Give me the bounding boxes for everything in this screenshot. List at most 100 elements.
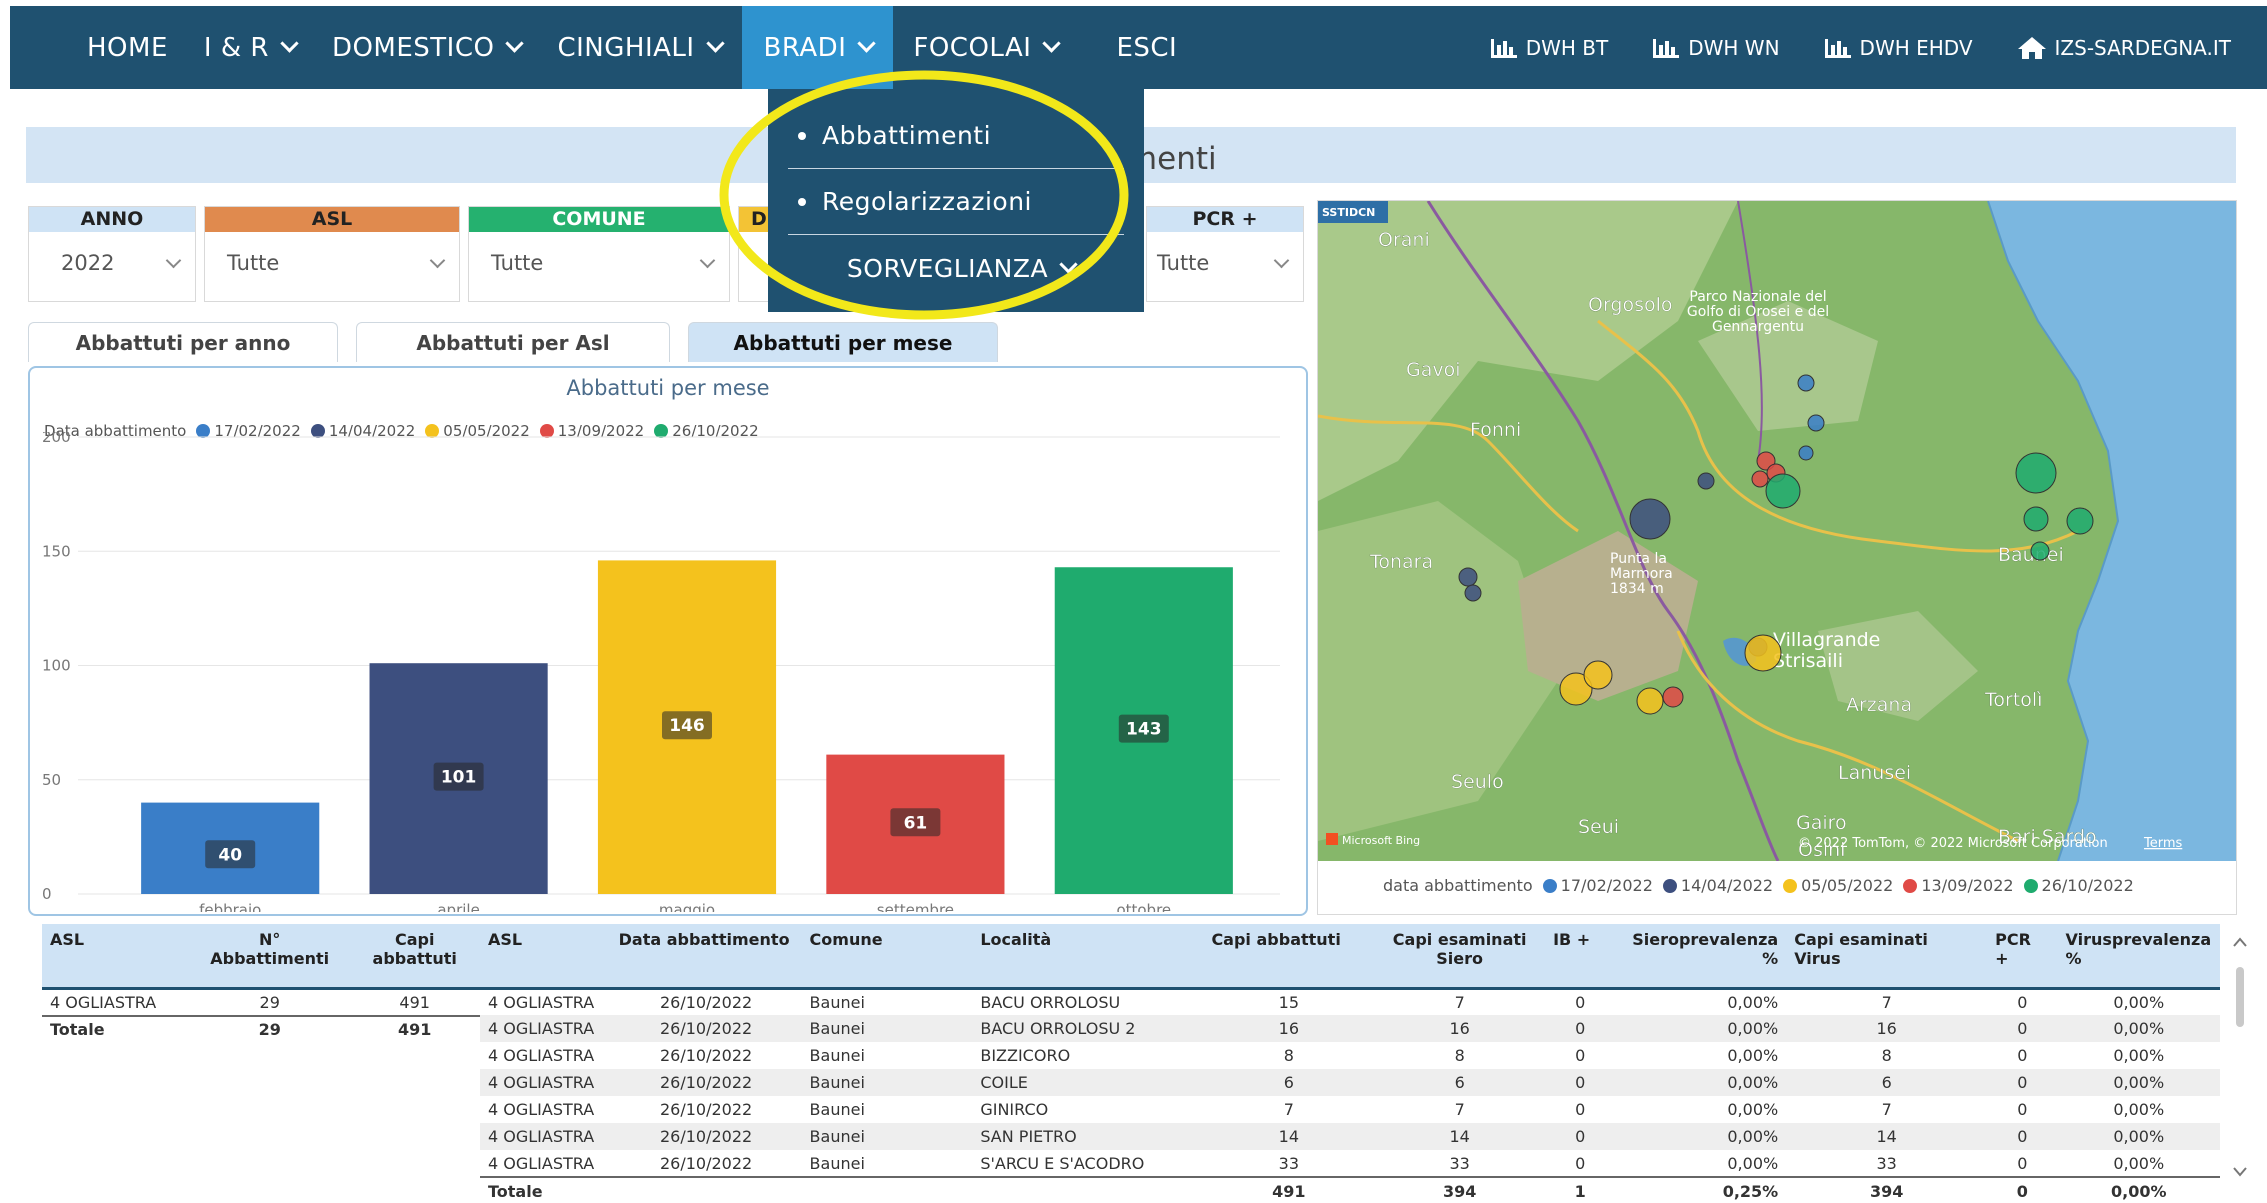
table-cell: Baunei [801,1123,973,1150]
table-row[interactable]: 4 OGLIASTRA 26/10/2022 Baunei GINIRCO 7 7 0 0,0… [480,1096,2220,1123]
slicer-asl[interactable]: ASL Tutte [204,206,460,302]
map-bubble-26/10/2022[interactable] [1765,473,1801,509]
map-place-label: Gavoi [1406,359,1461,381]
table-cell: 0 [1575,1100,1586,1119]
map-bubble-14/04/2022[interactable] [1458,567,1478,587]
map-bubble-05/05/2022[interactable] [1636,687,1664,715]
nav-item-esci[interactable]: ESCI [1090,6,1197,89]
menu-item-regolarizzazioni[interactable]: Regolarizzazioni [788,169,1124,235]
nav-item-ir[interactable]: I & R [194,6,322,89]
tab-abbattuti-per-anno[interactable]: Abbattuti per anno [28,322,338,362]
nav-item-home[interactable]: HOME [65,6,194,89]
map-place-label: Tonara [1369,551,1433,573]
column-header[interactable]: Capi esaminati Virus [1786,924,1988,990]
column-header[interactable]: IB + [1545,924,1616,990]
slicer-select[interactable]: Tutte [205,244,459,282]
nav-item-cinghiali[interactable]: CINGHIALI [547,6,741,89]
column-header[interactable]: Data abbattimento [610,924,802,990]
table-total-row: Totale 29 491 [42,1014,482,1043]
table-cell: 0 [2017,1046,2028,1065]
nav-link-dwh-bt[interactable]: DWH BT [1490,35,1609,60]
map-bubble-26/10/2022[interactable] [2023,506,2049,532]
column-header[interactable]: Comune [801,924,973,990]
menu-item-label: Regolarizzazioni [822,187,1033,216]
column-header[interactable]: PCR + [1987,924,2058,990]
nav-label: FOCOLAI [913,32,1032,63]
map-place-label: Villagrande [1773,629,1880,651]
nav-link-label: DWH BT [1525,35,1609,60]
scroll-up-icon[interactable] [2233,937,2247,947]
slicer-select[interactable]: Tutte [469,244,729,282]
map-attribution: © 2022 TomTom, © 2022 Microsoft Corporat… [1798,836,2108,851]
table-scrollbar[interactable] [2229,924,2251,1203]
nav-link-dwh-wn[interactable]: DWH WN [1652,36,1780,60]
map-bubble-13/09/2022[interactable] [1662,686,1684,708]
menu-item-abbattimenti[interactable]: Abbattimenti [788,103,1124,169]
map-bubble-14/04/2022[interactable] [1464,584,1482,602]
slicer-header: COMUNE [469,207,729,232]
tab-label: Abbattuti per anno [75,330,291,355]
column-header[interactable]: Capi esaminati Siero [1374,924,1546,990]
data-label: 143 [1126,720,1162,740]
nav-item-domestico[interactable]: DOMESTICO [322,6,548,89]
map-bubble-05/05/2022[interactable] [1583,660,1613,690]
map-place-label: Marmora [1610,566,1673,582]
bing-logo-icon [1326,833,1338,845]
map-bubble-05/05/2022[interactable] [1744,634,1782,672]
table-row[interactable]: 4 OGLIASTRA 26/10/2022 Baunei BACU ORROLOSU… [480,988,2220,1015]
nav-link-izs-sardegna[interactable]: IZS-SARDEGNA.IT [2017,36,2231,60]
table-row[interactable]: 4 OGLIASTRA 26/10/2022 Baunei SAN PIETRO 14 1… [480,1123,2220,1150]
table-row[interactable]: 4 OGLIASTRA 26/10/2022 Baunei BIZZICORO 8 8 0 0… [480,1042,2220,1069]
data-label: 61 [904,813,928,833]
column-header[interactable]: Sieroprevalenza % [1615,924,1787,990]
slicer-value: Tutte [227,251,280,275]
table-cell: 26/10/2022 [659,1153,753,1173]
map-bubble-26/10/2022[interactable] [2066,507,2094,535]
table-row[interactable]: 4 OGLIASTRA 26/10/2022 Baunei COILE 6 6 0 0,00%… [480,1069,2220,1096]
slicer-select[interactable]: 2022 [29,244,195,282]
map-bubble-17/02/2022[interactable] [1797,374,1815,392]
slicer-pcr[interactable]: PCR + Tutte [1146,206,1304,302]
column-header[interactable]: ASL [42,924,192,990]
table-row[interactable]: 4 OGLIASTRA 26/10/2022 Baunei BACU ORROLOSU… [480,1015,2220,1042]
table-cell: 0,00% [2057,1176,2220,1203]
slicer-header: PCR + [1147,207,1303,232]
column-header[interactable]: Virusprevalenza % [2057,924,2220,990]
scroll-thumb[interactable] [2236,967,2244,1027]
table-row[interactable]: 4 OGLIASTRA 29 491 [42,988,482,1016]
legend-dot [2023,878,2038,893]
map-bubble-17/02/2022[interactable] [1807,414,1825,432]
map[interactable]: SSTIDCNOraniOrgosolo Parco Nazionale delG… [1318,201,2236,861]
map-panel: SSTIDCN Orani Orgosolo Parco Nazionale del G… [1317,200,2237,915]
column-header[interactable]: ASL [480,924,611,990]
column-header[interactable]: N° Abbattimenti [192,924,348,990]
map-bubble-13/09/2022[interactable] [1751,470,1769,488]
slicer-value: 2022 [61,251,115,275]
chevron-down-icon [1059,254,1078,274]
chevron-down-icon [705,34,725,53]
table-row[interactable]: 4 OGLIASTRA 26/10/2022 Baunei S'ARCU E S'AC… [480,1150,2220,1177]
slicer-value: Tutte [1157,251,1210,275]
map-bubble-17/02/2022[interactable] [1798,445,1814,461]
map-bubble-26/10/2022[interactable] [2030,541,2050,561]
map-bubble-14/04/2022[interactable] [1697,472,1715,490]
tab-abbattuti-per-asl[interactable]: Abbattuti per Asl [356,322,670,362]
column-header[interactable]: Capi abbattuti [347,924,482,990]
chevron-down-icon [1273,252,1290,268]
nav-link-dwh-ehdv[interactable]: DWH EHDV [1824,36,1973,60]
map-bubble-14/04/2022[interactable] [1629,498,1671,540]
scroll-down-icon[interactable] [2233,1167,2247,1177]
nav-item-bradi[interactable]: BRADI [741,6,894,89]
table-cell: 4 OGLIASTRA [488,992,595,1012]
menu-item-sorveglianza[interactable]: SORVEGLIANZA [788,235,1124,301]
legend-dot [1783,878,1798,893]
map-bubble-26/10/2022[interactable] [2015,452,2057,494]
tab-abbattuti-per-mese[interactable]: Abbattuti per mese [688,322,998,362]
slicer-comune[interactable]: COMUNE Tutte [468,206,730,302]
slicer-anno[interactable]: ANNO 2022 [28,206,196,302]
nav-item-focolai[interactable]: FOCOLAI [893,6,1090,89]
x-tick-label: febbraio [199,901,261,912]
column-header[interactable]: Capi abbattuti [1203,924,1375,990]
column-header[interactable]: Località [972,924,1204,990]
slicer-select[interactable]: Tutte [1147,244,1303,282]
